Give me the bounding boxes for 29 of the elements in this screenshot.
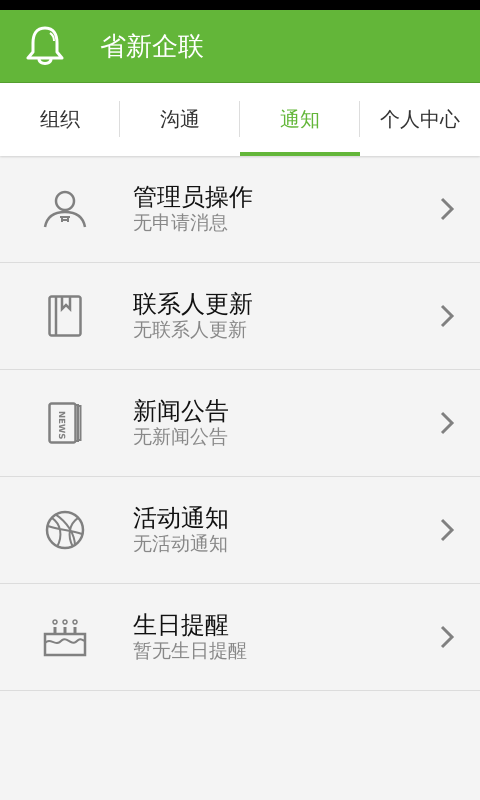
chevron-right-icon (440, 304, 454, 328)
notification-row[interactable]: 管理员操作 无申请消息 (0, 156, 480, 263)
person-icon (42, 190, 86, 228)
row-subtitle: 无申请消息 (133, 211, 229, 235)
app-title: 省新企联 (100, 30, 204, 64)
basketball-icon (44, 510, 84, 550)
row-title: 新闻公告 (133, 397, 230, 425)
bell-icon (26, 26, 64, 66)
chevron-right-icon (440, 518, 454, 542)
tab[interactable]: 个人中心 (360, 83, 480, 156)
birthday-cake-icon (42, 617, 86, 657)
chevron-right-icon (440, 197, 454, 221)
row-subtitle: 无联系人更新 (133, 318, 248, 342)
chevron-right-icon (440, 411, 454, 435)
tab[interactable]: 沟通 (120, 83, 240, 156)
notification-row[interactable]: 活动通知 无活动通知 (0, 477, 480, 584)
bookmarked-book-icon (48, 295, 82, 337)
notification-row[interactable]: 生日提醒 暂无生日提醒 (0, 584, 480, 691)
tab[interactable]: 组织 (0, 83, 120, 156)
notification-row[interactable]: 联系人更新 无联系人更新 (0, 263, 480, 370)
row-title: 联系人更新 (133, 290, 254, 318)
notification-row[interactable]: NEWS 新闻公告 无新闻公告 (0, 370, 480, 477)
row-title: 活动通知 (133, 504, 230, 532)
row-title: 管理员操作 (133, 183, 254, 211)
row-title: 生日提醒 (133, 611, 230, 639)
row-subtitle: 无新闻公告 (133, 425, 229, 449)
row-subtitle: 暂无生日提醒 (133, 639, 248, 663)
row-subtitle: 无活动通知 (133, 532, 229, 556)
chevron-right-icon (440, 625, 454, 649)
